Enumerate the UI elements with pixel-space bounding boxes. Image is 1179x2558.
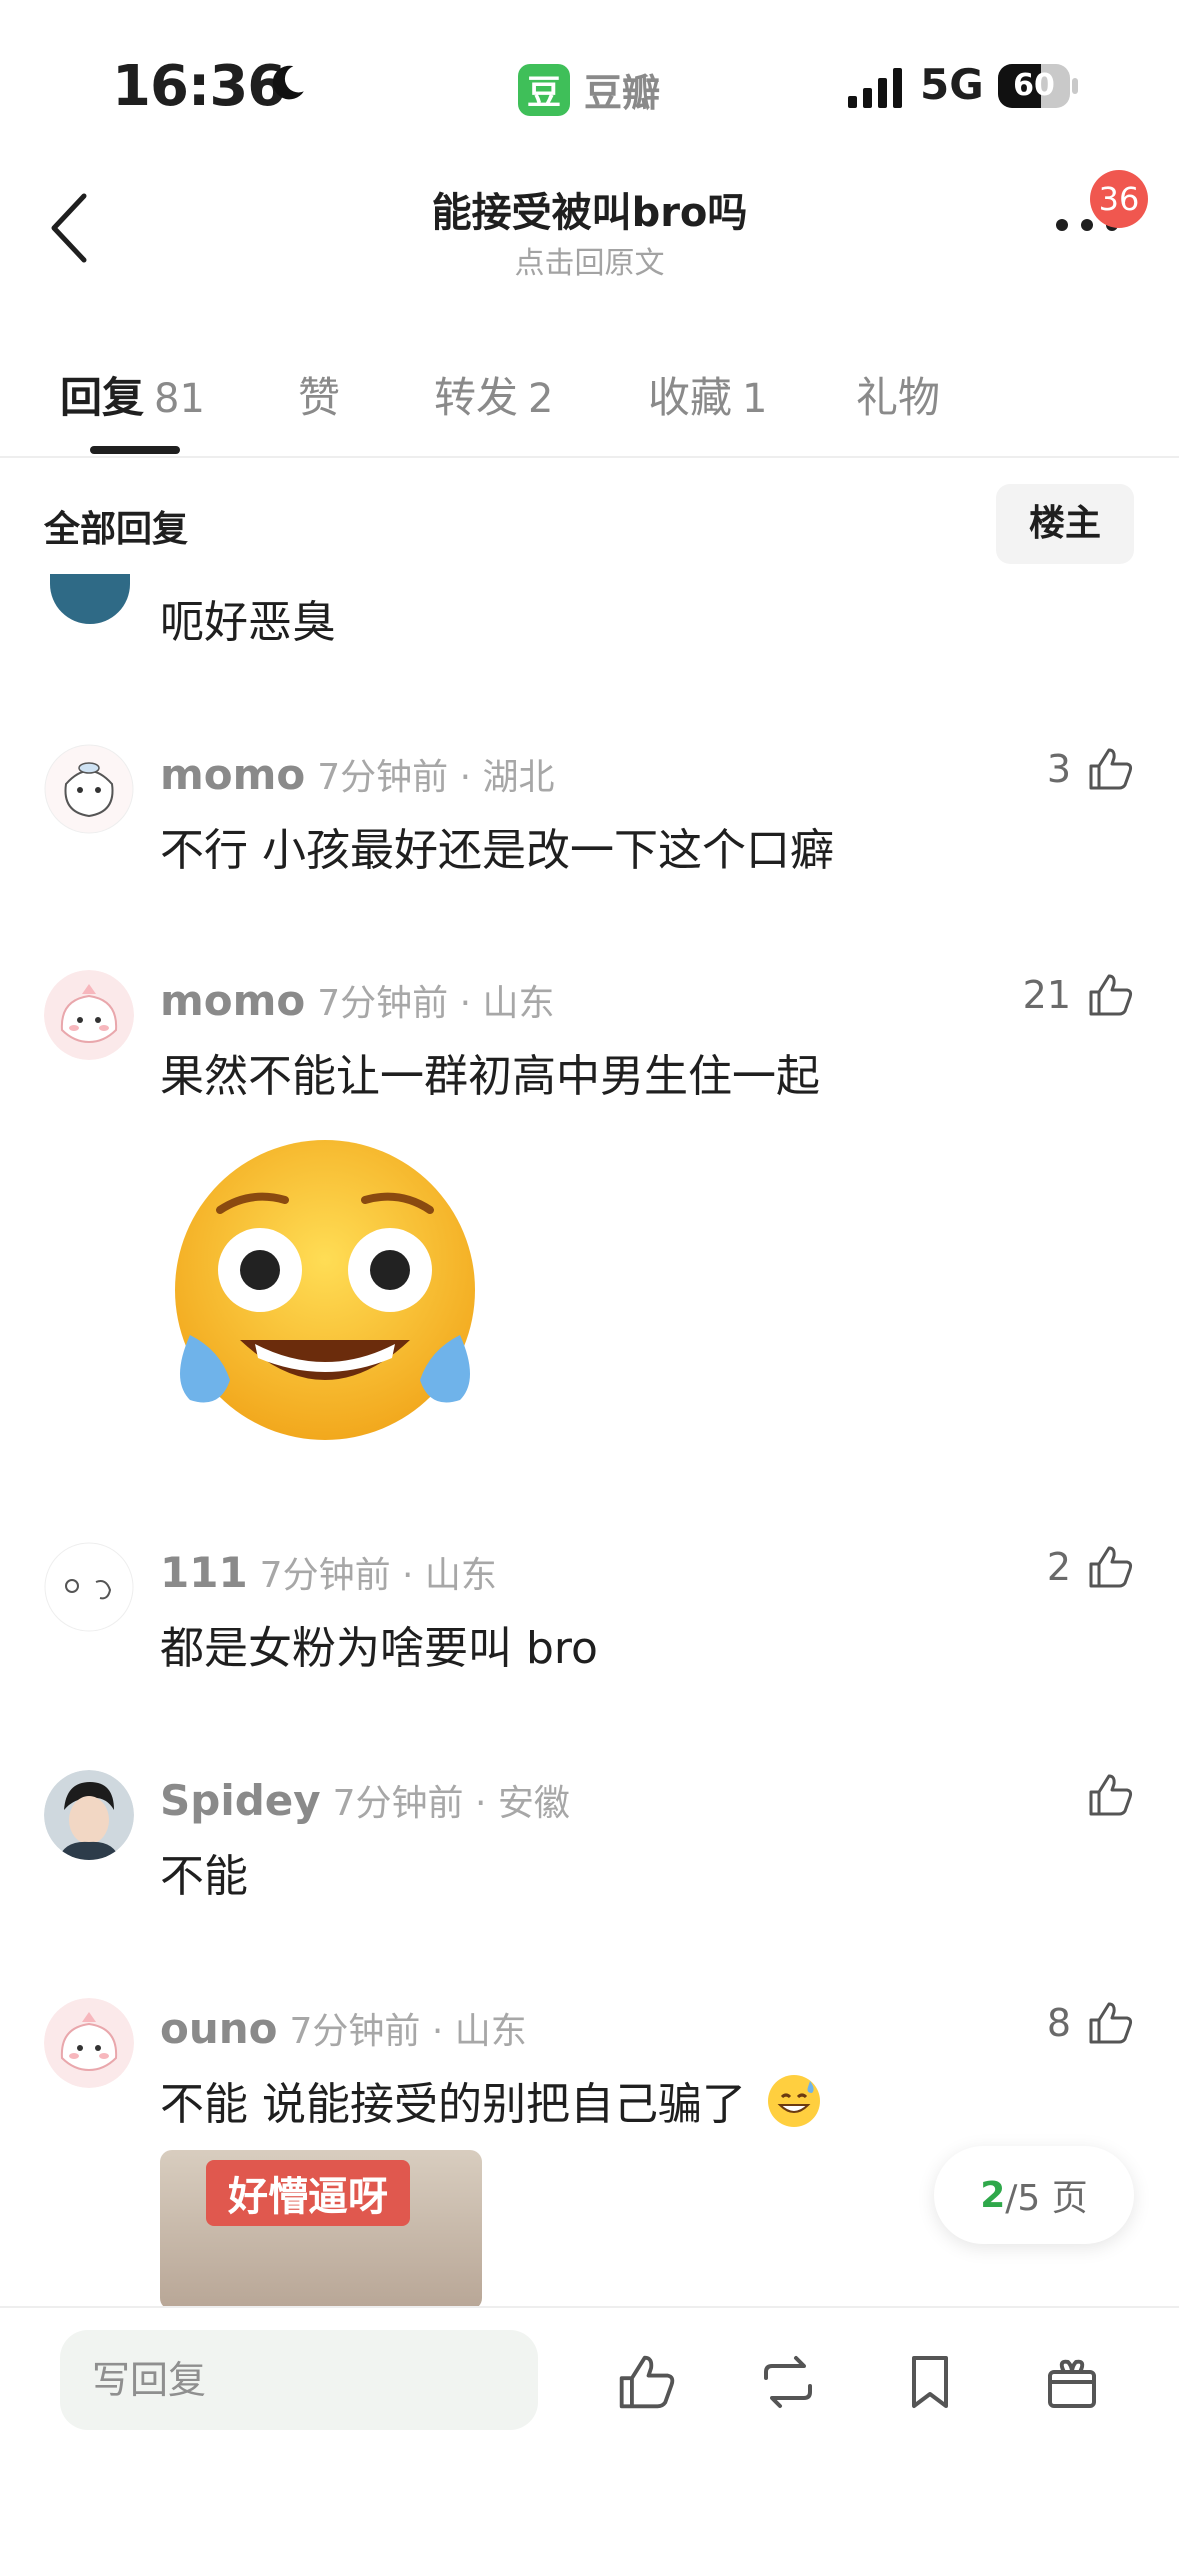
comment-meta: 111 7分钟前 · 山东 xyxy=(160,1546,497,1598)
app-name: 豆瓣 xyxy=(584,71,661,115)
network-type: 5G xyxy=(920,60,984,109)
thumbs-up-icon[interactable] xyxy=(1085,1770,1135,1820)
thumbs-up-icon[interactable] xyxy=(1085,1998,1135,2048)
tears-of-joy-emoji[interactable] xyxy=(160,1130,490,1460)
avatar[interactable] xyxy=(50,574,130,624)
tab-label: 收藏 xyxy=(648,373,733,422)
comment-item[interactable]: Spidey 7分钟前 · 安徽 不能 xyxy=(0,1770,1179,1910)
tab-likes[interactable]: 赞 xyxy=(298,364,340,425)
tab-label: 礼物 xyxy=(856,373,941,422)
comment-author[interactable]: Spidey xyxy=(160,1776,321,1825)
comment-text: 不行 小孩最好还是改一下这个口癖 xyxy=(160,825,834,876)
like-count: 8 xyxy=(1046,2001,1071,2045)
page-title[interactable]: 能接受被叫bro吗 xyxy=(300,180,879,238)
active-tab-indicator xyxy=(90,446,180,454)
comment-text: 果然不能让一群初高中男生住一起 xyxy=(160,1051,820,1102)
signal-icon xyxy=(848,68,902,108)
thumbs-up-icon[interactable] xyxy=(614,2350,678,2414)
reply-input[interactable]: 写回复 xyxy=(60,2330,538,2430)
comment-time-location: 7分钟前 · 山东 xyxy=(317,983,555,1024)
comment-text: 不能 说能接受的别把自己骗了 xyxy=(160,2068,822,2132)
comment-item[interactable]: momo 7分钟前 · 湖北 3 不行 小孩最好还是改一下这个口癖 xyxy=(0,744,1179,884)
status-time: 16:36 xyxy=(112,54,286,119)
page-indicator[interactable]: 2 /5 页 xyxy=(934,2146,1134,2244)
tab-count: 81 xyxy=(154,376,205,422)
gift-icon[interactable] xyxy=(1040,2350,1104,2414)
tab-gifts[interactable]: 礼物 xyxy=(856,364,940,425)
comment-image[interactable]: 好懵逼呀 xyxy=(160,2150,482,2310)
tab-replies[interactable]: 回复 81 xyxy=(60,364,205,425)
notification-badge: 36 xyxy=(1090,170,1148,228)
like-control[interactable]: 3 xyxy=(1047,744,1135,794)
tab-bar: 回复 81 赞 转发 2 收藏 1 礼物 xyxy=(0,358,1179,458)
avatar[interactable] xyxy=(44,744,134,834)
comment-meta: Spidey 7分钟前 · 安徽 xyxy=(160,1774,570,1826)
avatar[interactable] xyxy=(44,970,134,1060)
back-icon[interactable] xyxy=(44,190,94,266)
comment-author[interactable]: 111 xyxy=(160,1548,248,1597)
comment-author[interactable]: momo xyxy=(160,750,305,799)
tab-label: 转发 xyxy=(434,373,519,422)
comment-meta: ouno 7分钟前 · 山东 xyxy=(160,2002,527,2054)
comment-time-location: 7分钟前 · 安徽 xyxy=(332,1783,570,1824)
like-control[interactable] xyxy=(1085,1770,1135,1820)
like-control[interactable]: 8 xyxy=(1047,1998,1135,2048)
tab-label: 赞 xyxy=(298,373,341,422)
thumbs-up-icon[interactable] xyxy=(1085,1542,1135,1592)
like-control[interactable]: 2 xyxy=(1047,1542,1135,1592)
like-count: 21 xyxy=(1022,973,1071,1017)
image-caption: 好懵逼呀 xyxy=(206,2160,410,2226)
avatar[interactable] xyxy=(44,1770,134,1860)
thumbs-up-icon[interactable] xyxy=(1085,970,1135,1020)
comment-item[interactable]: 111 7分钟前 · 山东 2 都是女粉为啥要叫 bro xyxy=(0,1542,1179,1682)
douban-logo-icon: 豆 xyxy=(518,63,570,116)
battery-percent: 60 xyxy=(1013,68,1055,103)
comment-meta: momo 7分钟前 · 山东 xyxy=(160,974,555,1026)
comment-text: 都是女粉为啥要叫 bro xyxy=(160,1623,598,1674)
page-subtitle[interactable]: 点击回原文 xyxy=(300,238,879,282)
tab-reposts[interactable]: 转发 2 xyxy=(434,364,553,425)
like-count: 2 xyxy=(1046,1545,1071,1589)
comment-text-content: 不能 说能接受的别把自己骗了 xyxy=(160,2079,746,2130)
tab-count: 1 xyxy=(742,376,768,422)
app-indicator: 豆 豆瓣 xyxy=(518,62,660,117)
bookmark-icon[interactable] xyxy=(898,2350,962,2414)
avatar[interactable] xyxy=(44,1542,134,1632)
thumbs-up-icon[interactable] xyxy=(1085,744,1135,794)
tab-favorites[interactable]: 收藏 1 xyxy=(648,364,767,425)
page-total: /5 页 xyxy=(1005,2178,1088,2219)
comment-author[interactable]: ouno xyxy=(160,2004,278,2053)
battery-icon: 60 xyxy=(998,64,1078,108)
like-control[interactable]: 21 xyxy=(1023,970,1135,1020)
comment-meta: momo 7分钟前 · 湖北 xyxy=(160,748,555,800)
comment-item[interactable]: 呃好恶臭 xyxy=(0,520,1179,648)
comment-text: 呃好恶臭 xyxy=(160,597,336,648)
like-count: 3 xyxy=(1046,747,1071,791)
comment-text: 不能 xyxy=(160,1851,248,1902)
bottom-action-bar: 写回复 xyxy=(0,2306,1179,2558)
tab-count: 2 xyxy=(528,376,554,422)
comment-author[interactable]: momo xyxy=(160,976,305,1025)
tab-label: 回复 xyxy=(60,373,145,422)
status-bar: 16:36 豆 豆瓣 5G 60 xyxy=(0,0,1179,160)
page-current: 2 xyxy=(980,2174,1006,2216)
comment-time-location: 7分钟前 · 湖北 xyxy=(317,757,555,798)
comment-item[interactable]: momo 7分钟前 · 山东 21 果然不能让一群初高中男生住一起 xyxy=(0,970,1179,1490)
repost-icon[interactable] xyxy=(756,2350,820,2414)
sweat-smile-emoji xyxy=(768,2075,820,2127)
comment-time-location: 7分钟前 · 山东 xyxy=(259,1555,497,1596)
moon-icon xyxy=(272,65,304,100)
comment-time-location: 7分钟前 · 山东 xyxy=(289,2011,527,2052)
avatar[interactable] xyxy=(44,1998,134,2088)
